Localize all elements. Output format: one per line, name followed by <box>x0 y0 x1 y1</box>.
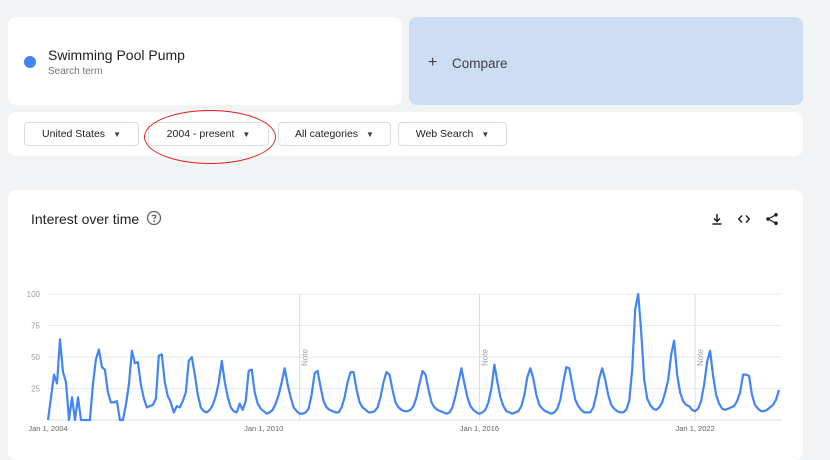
region-filter-label: United States <box>42 128 106 140</box>
search-term-name[interactable]: Swimming Pool Pump <box>48 47 185 63</box>
note-label: Note <box>301 349 310 366</box>
category-filter-label: All categories <box>295 128 359 140</box>
red-highlight-ellipse <box>144 110 276 164</box>
compare-label[interactable]: Compare <box>452 56 508 71</box>
share-icon[interactable] <box>765 212 779 226</box>
y-tick-label: 75 <box>31 322 40 331</box>
interest-over-time-chart: 25 50 75 100 Jan 1, 2004 Jan 1, 2010 Jan 1, 20… <box>27 290 782 433</box>
x-tick-label: Jan 1, 2004 <box>28 424 67 433</box>
chart-title: Interest over time <box>31 211 140 227</box>
download-icon[interactable] <box>710 212 724 226</box>
search-type-filter-label: Web Search <box>415 128 474 140</box>
caret-down-icon: ▼ <box>481 129 490 139</box>
help-icon[interactable] <box>146 210 162 226</box>
note-label: Note <box>696 349 705 366</box>
x-tick-label: Jan 1, 2016 <box>460 424 499 433</box>
x-tick-label: Jan 1, 2010 <box>244 424 283 433</box>
caret-down-icon: ▼ <box>113 129 121 139</box>
y-tick-label: 25 <box>31 385 40 394</box>
y-tick-label: 100 <box>27 290 41 299</box>
search-type-filter[interactable]: Web Search ▼ <box>398 122 507 146</box>
embed-icon[interactable] <box>737 212 751 226</box>
region-filter[interactable]: United States ▼ <box>24 122 139 146</box>
caret-down-icon: ▼ <box>366 129 374 139</box>
category-filter[interactable]: All categories ▼ <box>278 122 391 146</box>
y-tick-label: 50 <box>31 353 40 362</box>
add-icon[interactable]: + <box>428 54 437 72</box>
note-label: Note <box>480 349 489 366</box>
series-color-dot <box>24 56 36 68</box>
x-tick-label: Jan 1, 2022 <box>676 424 715 433</box>
search-term-subtitle: Search term <box>48 66 103 77</box>
